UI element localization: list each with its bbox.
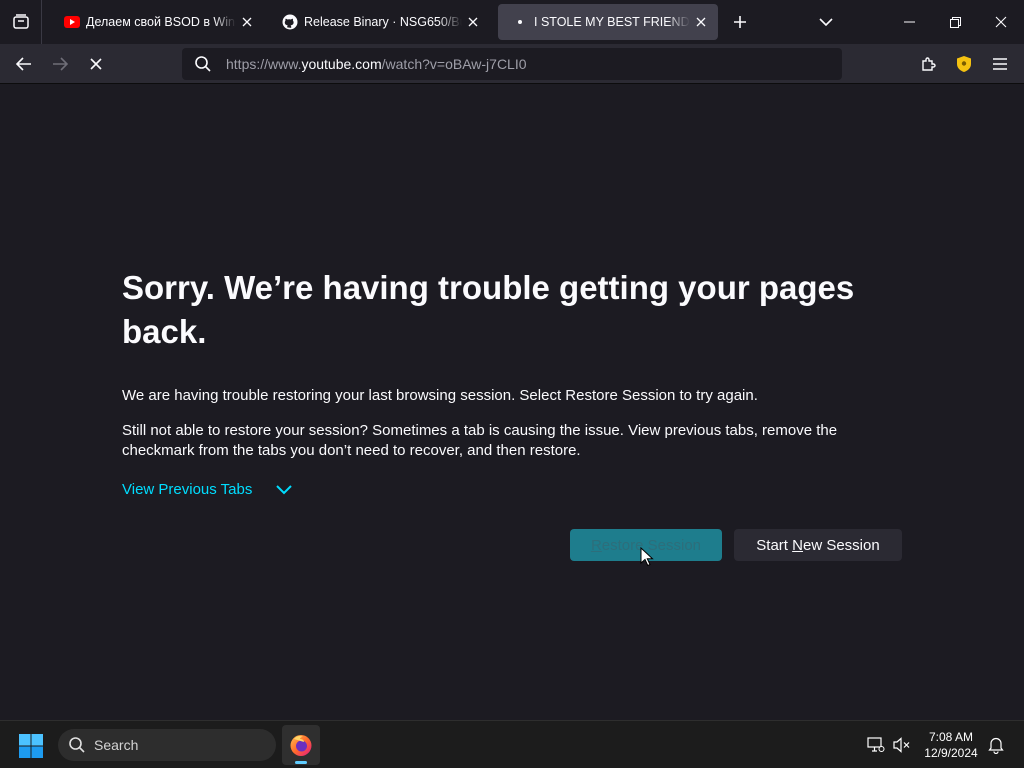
windows-taskbar: Search 7:08 AM 12/9/2024 — [0, 720, 1024, 768]
chevron-down-icon — [276, 484, 293, 495]
url-path: /watch?v=oBAw-j7CLI0 — [381, 56, 527, 72]
new-accesskey: N — [792, 536, 803, 554]
url-prefix: https://www. — [226, 56, 302, 72]
navigation-toolbar: https://www.youtube.com/watch?v=oBAw-j7C… — [0, 44, 1024, 84]
taskbar-search-label: Search — [94, 737, 139, 753]
page-title: Sorry. We’re having trouble getting your… — [122, 269, 855, 350]
windows-start-icon[interactable] — [18, 733, 44, 759]
search-icon — [68, 736, 86, 754]
session-restore-page: Sorry. We’re having trouble getting your… — [0, 85, 1024, 720]
network-monitor-icon[interactable] — [866, 735, 886, 755]
new-rest: ew Session — [802, 536, 880, 554]
notification-bell-icon[interactable] — [986, 735, 1006, 755]
firefox-icon — [290, 735, 312, 756]
extensions-puzzle-icon[interactable] — [914, 50, 942, 78]
tab-active-youtube[interactable]: I STOLE MY BEST FRIEND'S LOVE — [498, 4, 718, 40]
menu-hamburger-icon[interactable] — [986, 50, 1014, 78]
tab-title: I STOLE MY BEST FRIEND'S LOVE — [534, 15, 690, 29]
system-clock[interactable]: 7:08 AM 12/9/2024 — [918, 729, 984, 761]
mouse-pointer-icon — [640, 547, 654, 567]
active-app-indicator — [295, 761, 307, 764]
minimize-icon[interactable] — [886, 0, 932, 44]
new-tab-plus-icon[interactable] — [728, 10, 752, 34]
back-arrow-icon[interactable] — [10, 50, 38, 78]
firefox-taskbar-app[interactable] — [282, 725, 320, 765]
tab-title: Release Binary · NSG650/BugCheck — [304, 15, 462, 29]
url-text[interactable]: https://www.youtube.com/watch?v=oBAw-j7C… — [226, 56, 527, 72]
github-icon — [282, 14, 298, 30]
clock-time: 7:08 AM — [928, 730, 974, 744]
search-icon — [194, 55, 212, 73]
start-new-session-button[interactable]: Start New Session — [734, 529, 902, 561]
restore-description: We are having trouble restoring your las… — [122, 387, 758, 404]
start-new-session-label: Start New Session — [756, 537, 879, 554]
url-bar[interactable]: https://www.youtube.com/watch?v=oBAw-j7C… — [182, 48, 842, 80]
tab-youtube-bsod[interactable]: Делаем свой BSOD в Windows — [50, 4, 264, 40]
shield-extension-icon[interactable] — [950, 50, 978, 78]
loading-dot-icon — [512, 14, 528, 30]
tab-strip: Делаем свой BSOD в Windows Release Binar… — [0, 0, 1024, 44]
list-all-tabs-chevron-icon[interactable] — [814, 10, 838, 34]
youtube-icon — [64, 14, 80, 30]
close-tab-icon[interactable] — [462, 11, 484, 33]
tab-title: Делаем свой BSOD в Windows — [86, 15, 236, 29]
view-previous-tabs-toggle[interactable]: View Previous Tabs — [122, 481, 293, 498]
restore-accesskey: R — [590, 536, 602, 554]
clock-date: 12/9/2024 — [924, 746, 978, 760]
tab-manager-icon[interactable] — [0, 0, 42, 44]
tab-github-release[interactable]: Release Binary · NSG650/BugCheck — [268, 4, 490, 40]
close-tab-icon[interactable] — [690, 11, 712, 33]
taskbar-search-box[interactable]: Search — [58, 729, 276, 761]
new-prefix: Start — [756, 536, 793, 554]
restore-window-icon[interactable] — [932, 0, 978, 44]
close-tab-icon[interactable] — [236, 11, 258, 33]
stop-loading-icon[interactable] — [82, 50, 110, 78]
close-window-icon[interactable] — [978, 0, 1024, 44]
forward-arrow-icon[interactable] — [46, 50, 74, 78]
url-host: youtube.com — [301, 56, 382, 72]
troubleshoot-description: Still not able to restore your session? … — [122, 422, 838, 459]
view-previous-tabs-label: View Previous Tabs — [122, 481, 253, 498]
volume-muted-icon[interactable] — [892, 735, 912, 755]
